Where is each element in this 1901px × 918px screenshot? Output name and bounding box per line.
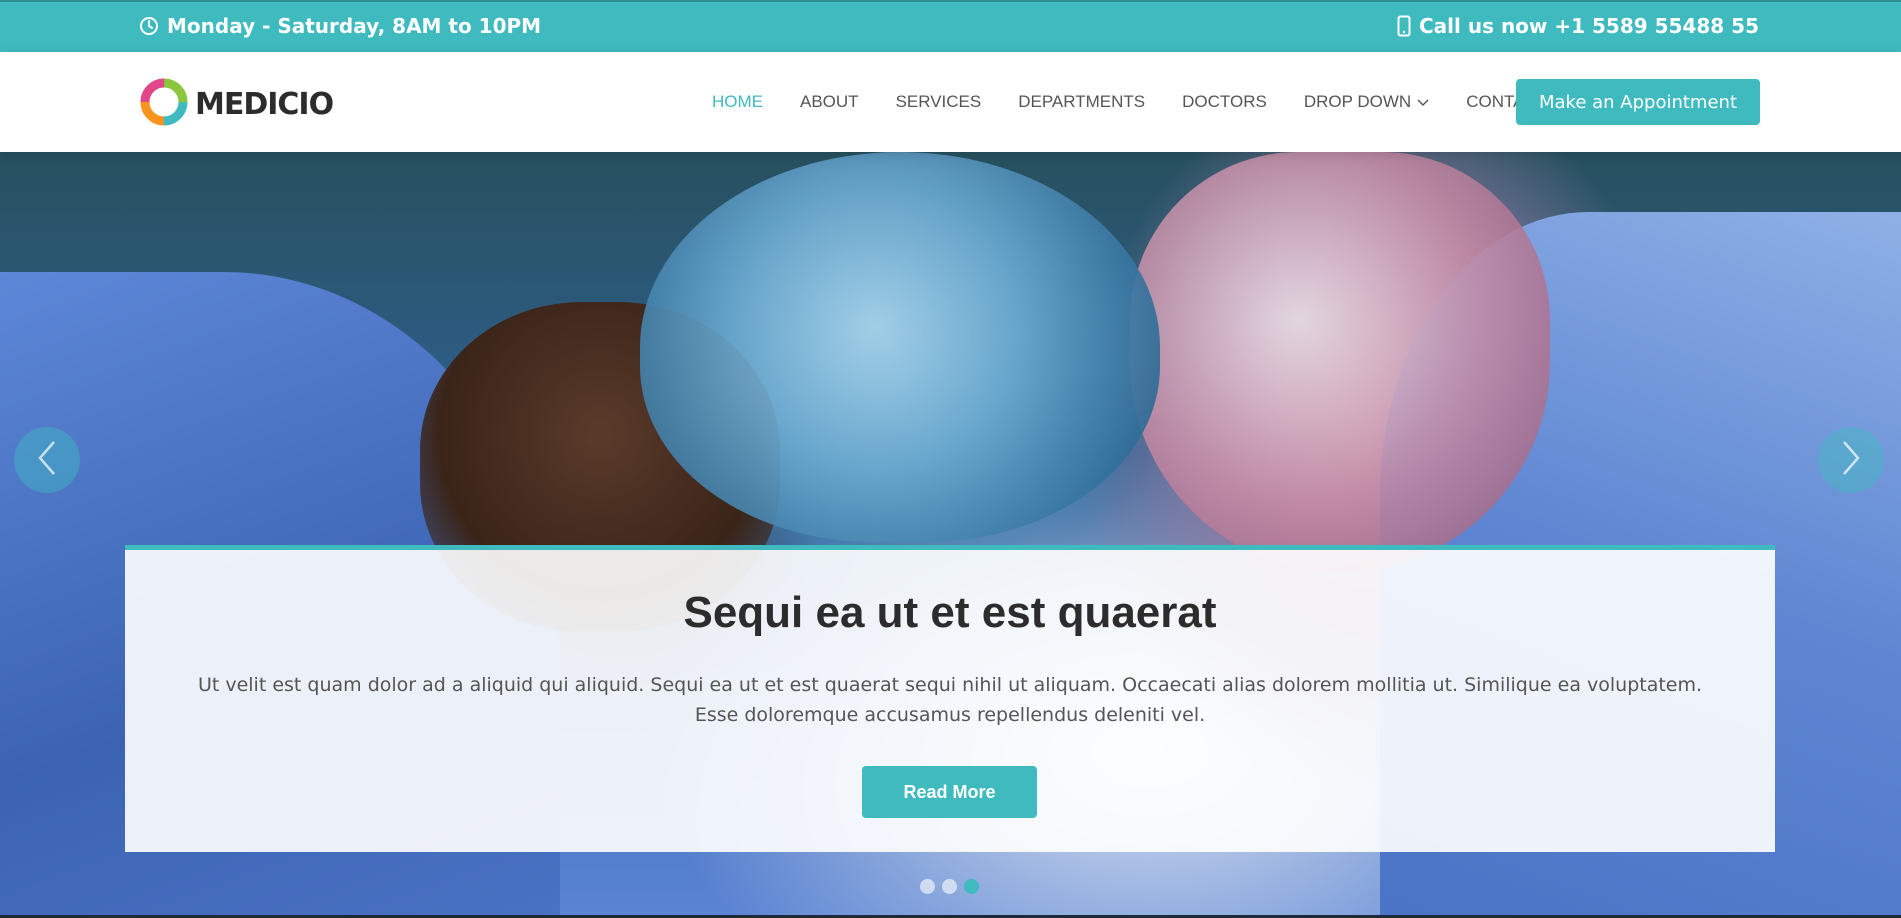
clock-icon: [139, 16, 159, 36]
business-hours: Monday - Saturday, 8AM to 10PM: [139, 14, 541, 38]
brand-name: MEDICIO: [195, 87, 334, 122]
main-nav: HOME ABOUT SERVICES DEPARTMENTS DOCTORS …: [712, 52, 1584, 152]
carousel-indicator-2[interactable]: [942, 879, 957, 894]
phone-icon: [1397, 15, 1411, 37]
carousel-indicators: [920, 879, 979, 894]
chevron-right-icon: [1841, 440, 1861, 481]
make-appointment-button[interactable]: Make an Appointment: [1516, 79, 1760, 125]
hero-image-surgical-cap: [640, 152, 1160, 542]
nav-about[interactable]: ABOUT: [800, 92, 859, 112]
nav-home[interactable]: HOME: [712, 92, 763, 112]
phone-text[interactable]: Call us now +1 5589 55488 55: [1419, 14, 1759, 38]
contact-phone: Call us now +1 5589 55488 55: [1397, 14, 1759, 38]
carousel-next-button[interactable]: [1818, 427, 1884, 493]
read-more-button[interactable]: Read More: [862, 766, 1037, 818]
business-hours-text: Monday - Saturday, 8AM to 10PM: [167, 14, 542, 38]
slide-description: Ut velit est quam dolor ad a aliquid qui…: [197, 674, 1703, 726]
site-header: MEDICIO HOME ABOUT SERVICES DEPARTMENTS …: [0, 52, 1901, 152]
chevron-down-icon: [1417, 92, 1429, 112]
nav-services-label: SERVICES: [895, 92, 982, 111]
carousel-prev-button[interactable]: [14, 427, 80, 493]
chevron-left-icon: [37, 440, 57, 481]
nav-doctors-label: DOCTORS: [1182, 92, 1267, 111]
nav-doctors[interactable]: DOCTORS: [1182, 92, 1267, 112]
nav-dropdown-label: DROP DOWN: [1303, 92, 1412, 111]
site-logo[interactable]: MEDICIO: [139, 77, 334, 132]
logo-ring-icon: [139, 77, 189, 132]
nav-departments[interactable]: DEPARTMENTS: [1018, 92, 1145, 112]
slide-title: Sequi ea ut et est quaerat: [683, 588, 1217, 637]
nav-home-label: HOME: [712, 92, 763, 111]
top-bar: Monday - Saturday, 8AM to 10PM Call us n…: [0, 0, 1901, 52]
nav-services[interactable]: SERVICES: [896, 92, 982, 112]
nav-departments-label: DEPARTMENTS: [1018, 92, 1146, 111]
slide-caption: Sequi ea ut et est quaerat Ut velit est …: [125, 545, 1775, 852]
hero-carousel: Sequi ea ut et est quaerat Ut velit est …: [0, 152, 1901, 918]
hero-image-scarf: [1130, 152, 1550, 572]
nav-dropdown[interactable]: DROP DOWN: [1304, 92, 1429, 112]
nav-about-label: ABOUT: [800, 92, 859, 111]
carousel-indicator-3[interactable]: [964, 879, 979, 894]
carousel-indicator-1[interactable]: [920, 879, 935, 894]
